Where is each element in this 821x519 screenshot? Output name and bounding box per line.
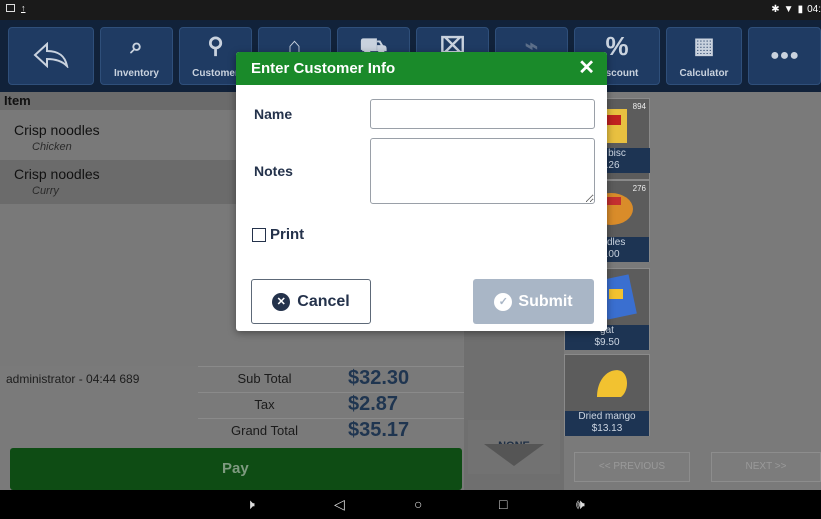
- name-field[interactable]: [370, 99, 595, 129]
- check-circle-icon: ✓: [494, 292, 513, 311]
- back-button[interactable]: [8, 27, 94, 85]
- recents-icon[interactable]: □: [499, 496, 507, 512]
- battery-icon: ▮: [797, 4, 804, 15]
- cancel-label: Cancel: [297, 292, 350, 310]
- subtotal-value: $32.30: [348, 367, 410, 389]
- grand-total-label: Grand Total: [231, 423, 298, 438]
- wifi-icon: ▼: [783, 4, 794, 15]
- bluetooth-icon: ✱: [771, 4, 780, 15]
- user-info: administrator - 04:44 689: [6, 372, 140, 386]
- print-label: Print: [270, 226, 305, 243]
- more-button[interactable]: ●●●: [748, 27, 821, 85]
- status-time: 04:: [807, 4, 821, 15]
- calculator-icon: ▦: [693, 33, 715, 58]
- tax-row: Tax $2.87: [198, 392, 464, 415]
- subtotal-label: Sub Total: [237, 371, 292, 386]
- scroll-down-icon[interactable]: [484, 444, 544, 466]
- customer-info-dialog: Enter Customer Info ✕ Name Notes Print ✕…: [236, 52, 607, 331]
- inventory-button[interactable]: ⌕ Inventory: [100, 27, 173, 85]
- inventory-label: Inventory: [113, 68, 159, 79]
- stock-count: 276: [632, 184, 646, 193]
- back-icon[interactable]: ◁: [334, 496, 345, 512]
- calculator-button[interactable]: ▦ Calculator: [666, 27, 742, 85]
- subtotal-row: Sub Total $32.30: [198, 366, 464, 389]
- product-tile[interactable]: Dried mango $13.13: [564, 354, 650, 436]
- print-checkbox[interactable]: [252, 227, 266, 242]
- notes-label: Notes: [254, 163, 293, 179]
- download-icon: ↑: [21, 3, 26, 13]
- next-button[interactable]: NEXT >>: [711, 452, 821, 482]
- search-icon: ⌕: [130, 33, 143, 58]
- tax-value: $2.87: [348, 393, 399, 415]
- navigation-bar: 🕨 ◁ ○ □ 🕪: [0, 490, 821, 519]
- product-price: $9.50: [565, 337, 649, 350]
- product-name: Dried mango: [565, 411, 649, 423]
- screenshot-icon: [6, 4, 15, 12]
- dialog-header: Enter Customer Info ✕: [236, 52, 607, 85]
- previous-button[interactable]: << PREVIOUS: [574, 452, 690, 482]
- cancel-circle-icon: ✕: [272, 292, 291, 311]
- tax-label: Tax: [254, 397, 275, 412]
- grand-total-row: Grand Total $35.17: [198, 418, 464, 441]
- volume-up-icon[interactable]: 🕪: [576, 496, 585, 512]
- notes-field[interactable]: [370, 138, 595, 204]
- dialog-title: Enter Customer Info: [251, 60, 396, 77]
- volume-down-icon[interactable]: 🕨: [246, 496, 255, 512]
- submit-button[interactable]: ✓ Submit: [473, 279, 594, 324]
- grand-total-value: $35.17: [348, 419, 410, 441]
- print-option[interactable]: Print: [252, 226, 304, 243]
- product-image: [567, 357, 647, 409]
- calculator-label: Calculator: [679, 68, 729, 79]
- home-icon[interactable]: ○: [414, 496, 422, 512]
- product-price: $13.13: [565, 423, 649, 436]
- submit-label: Submit: [518, 292, 573, 310]
- back-arrow-icon: [9, 41, 93, 73]
- close-icon[interactable]: ✕: [578, 52, 595, 85]
- pay-button[interactable]: Pay: [10, 448, 462, 490]
- status-bar: ↑ ✱ ▼ ▮ 04:: [0, 0, 821, 20]
- name-label: Name: [254, 106, 293, 122]
- cancel-button[interactable]: ✕ Cancel: [251, 279, 371, 324]
- more-icon: ●●●: [770, 47, 799, 64]
